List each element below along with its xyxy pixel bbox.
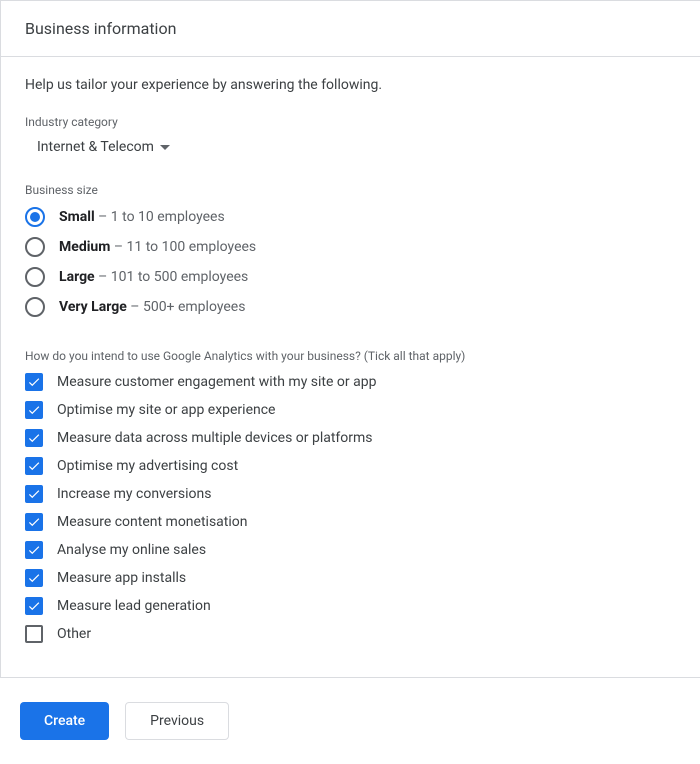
check-optimise-experience[interactable]: Optimise my site or app experience: [25, 401, 676, 419]
radio-label: Very Large – 500+ employees: [59, 299, 245, 315]
checkbox-icon: [25, 513, 43, 531]
check-label: Measure customer engagement with my site…: [57, 374, 376, 390]
card-title: Business information: [1, 1, 700, 57]
footer-actions: Create Previous: [0, 678, 700, 764]
radio-medium[interactable]: Medium – 11 to 100 employees: [25, 237, 676, 257]
business-size-label: Business size: [25, 183, 676, 197]
checkbox-icon: [25, 429, 43, 447]
check-monetisation[interactable]: Measure content monetisation: [25, 513, 676, 531]
previous-button[interactable]: Previous: [125, 702, 229, 740]
checkbox-icon: [25, 625, 43, 643]
create-button[interactable]: Create: [20, 702, 109, 740]
check-conversions[interactable]: Increase my conversions: [25, 485, 676, 503]
check-label: Measure data across multiple devices or …: [57, 430, 373, 446]
radio-large[interactable]: Large – 101 to 500 employees: [25, 267, 676, 287]
check-label: Optimise my site or app experience: [57, 402, 275, 418]
business-size-group: Small – 1 to 10 employees Medium – 11 to…: [25, 207, 676, 317]
check-label: Other: [57, 626, 91, 642]
check-customer-engagement[interactable]: Measure customer engagement with my site…: [25, 373, 676, 391]
check-label: Measure app installs: [57, 570, 186, 586]
industry-selected: Internet & Telecom: [37, 139, 154, 155]
check-advertising-cost[interactable]: Optimise my advertising cost: [25, 457, 676, 475]
radio-label: Medium – 11 to 100 employees: [59, 239, 256, 255]
check-label: Increase my conversions: [57, 486, 212, 502]
radio-label: Large – 101 to 500 employees: [59, 269, 248, 285]
checkbox-icon: [25, 401, 43, 419]
radio-small[interactable]: Small – 1 to 10 employees: [25, 207, 676, 227]
radio-very-large[interactable]: Very Large – 500+ employees: [25, 297, 676, 317]
business-info-card: Business information Help us tailor your…: [0, 0, 700, 678]
usage-group: Measure customer engagement with my site…: [25, 373, 676, 643]
check-other[interactable]: Other: [25, 625, 676, 643]
check-label: Analyse my online sales: [57, 542, 206, 558]
checkbox-icon: [25, 485, 43, 503]
intro-text: Help us tailor your experience by answer…: [25, 77, 676, 93]
radio-label: Small – 1 to 10 employees: [59, 209, 225, 225]
checkbox-icon: [25, 373, 43, 391]
radio-icon: [25, 207, 45, 227]
chevron-down-icon: [160, 145, 170, 150]
radio-icon: [25, 237, 45, 257]
check-label: Measure lead generation: [57, 598, 211, 614]
usage-label: How do you intend to use Google Analytic…: [25, 349, 676, 363]
check-app-installs[interactable]: Measure app installs: [25, 569, 676, 587]
radio-icon: [25, 297, 45, 317]
check-online-sales[interactable]: Analyse my online sales: [25, 541, 676, 559]
check-multi-device[interactable]: Measure data across multiple devices or …: [25, 429, 676, 447]
industry-label: Industry category: [25, 115, 676, 129]
check-label: Measure content monetisation: [57, 514, 248, 530]
checkbox-icon: [25, 457, 43, 475]
industry-dropdown[interactable]: Internet & Telecom: [25, 139, 170, 155]
checkbox-icon: [25, 541, 43, 559]
check-lead-generation[interactable]: Measure lead generation: [25, 597, 676, 615]
checkbox-icon: [25, 569, 43, 587]
check-label: Optimise my advertising cost: [57, 458, 238, 474]
card-body: Help us tailor your experience by answer…: [1, 57, 700, 677]
checkbox-icon: [25, 597, 43, 615]
radio-icon: [25, 267, 45, 287]
